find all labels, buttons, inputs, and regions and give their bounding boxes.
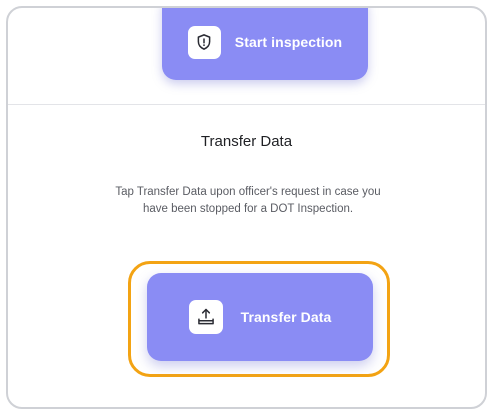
start-inspection-section: Start inspection	[8, 8, 485, 104]
start-inspection-label: Start inspection	[234, 34, 343, 50]
transfer-data-button[interactable]: Transfer Data	[147, 273, 373, 361]
section-divider	[8, 104, 485, 105]
shield-alert-icon	[187, 25, 221, 59]
transfer-data-title: Transfer Data	[200, 133, 293, 150]
transfer-data-description: Tap Transfer Data upon officer's request…	[115, 186, 381, 215]
app-frame: Start inspection Transfer Data Tap Trans…	[6, 6, 487, 409]
upload-tray-icon	[188, 300, 223, 334]
start-inspection-button[interactable]: Start inspection	[162, 8, 368, 80]
transfer-data-button-label: Transfer Data	[240, 309, 332, 325]
